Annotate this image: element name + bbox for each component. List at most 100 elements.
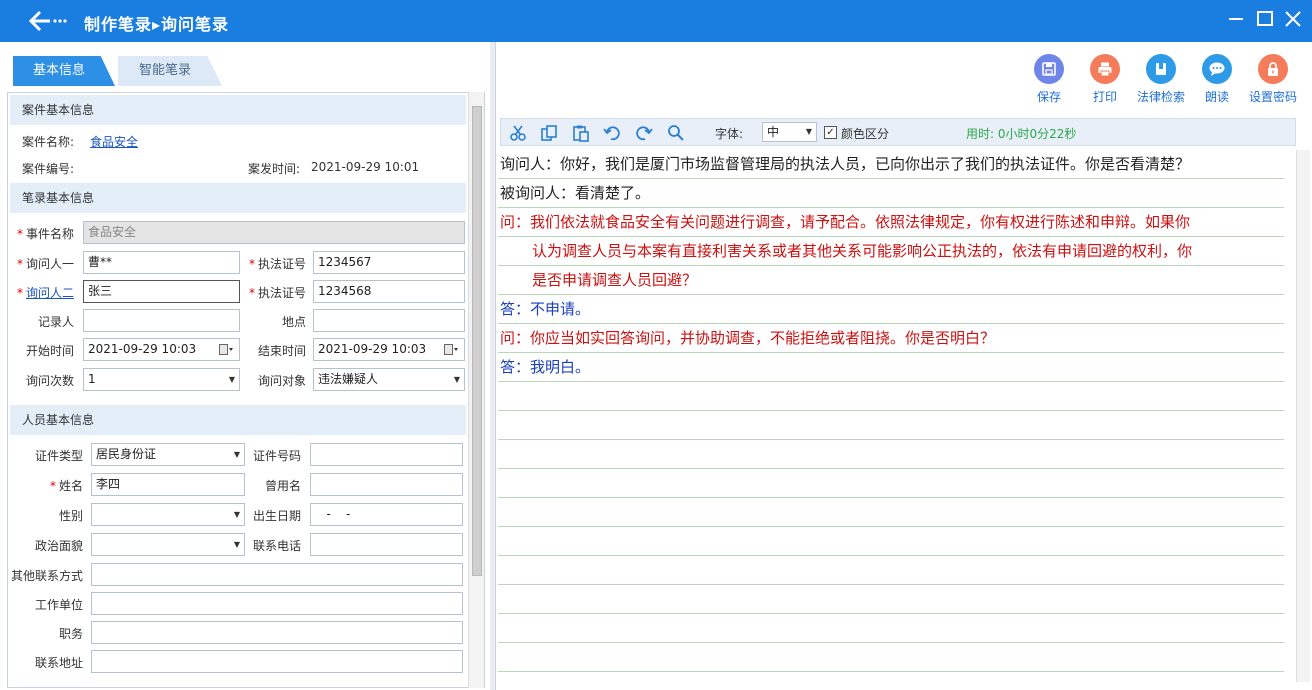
- copy-icon[interactable]: [540, 124, 558, 142]
- transcript-editor[interactable]: 询问人：你好，我们是厦门市场监督管理局的执法人员，已向你出示了我们的执法证件。你…: [498, 150, 1284, 682]
- chevron-down-icon[interactable]: ▼: [450, 369, 464, 390]
- asker1-field[interactable]: 曹**: [83, 251, 240, 274]
- color-distinguish-label: 颜色区分: [841, 127, 890, 141]
- work-unit-field[interactable]: [91, 592, 463, 615]
- record-section-header: 笔录基本信息: [10, 183, 466, 213]
- cut-icon[interactable]: [509, 124, 527, 142]
- case-name-label: 案件名称:: [22, 135, 75, 149]
- address-field[interactable]: [91, 650, 463, 673]
- transcript-line: 被询问人：看清楚了。: [498, 179, 1284, 208]
- form-scrollbar[interactable]: [468, 92, 484, 688]
- place-field[interactable]: [313, 309, 465, 332]
- transcript-line: 是否申请调查人员回避？: [498, 266, 1284, 295]
- print-button[interactable]: 打印: [1075, 54, 1135, 105]
- case-section-header: 案件基本信息: [10, 95, 466, 125]
- lock-icon: [1258, 54, 1288, 84]
- id-type-select[interactable]: 居民身份证 ▼: [91, 443, 245, 466]
- cert2-field[interactable]: 1234568: [313, 280, 465, 303]
- chevron-down-icon[interactable]: ▼: [230, 444, 244, 465]
- empty-line: [498, 643, 1284, 672]
- case-time-value: 2021-09-29 10:01: [311, 160, 420, 174]
- end-time-label: 结束时间: [257, 344, 306, 358]
- id-number-field[interactable]: [310, 443, 463, 466]
- event-name-label: * 事件名称: [16, 227, 74, 241]
- asker2-label[interactable]: * 询问人二: [8, 284, 74, 301]
- event-name-field: 食品安全: [83, 221, 465, 244]
- redo-icon[interactable]: [635, 124, 653, 142]
- empty-line: [498, 614, 1284, 643]
- alias-label: 曾用名: [264, 479, 301, 493]
- calendar-icon[interactable]: [444, 344, 458, 355]
- count-label: 询问次数: [25, 374, 74, 388]
- duty-label: 职务: [58, 627, 83, 641]
- empty-line: [498, 527, 1284, 556]
- chevron-down-icon[interactable]: ▼: [230, 504, 244, 525]
- calendar-icon[interactable]: [219, 344, 233, 355]
- close-icon[interactable]: [1282, 8, 1304, 30]
- left-panel: 基本信息 智能笔录 案件基本信息 案件名称: 食品安全 案件编号: 案发时间: …: [0, 42, 490, 690]
- set-password-label: 设置密码: [1248, 90, 1297, 104]
- law-search-label: 法律检索: [1136, 90, 1185, 104]
- maximize-icon[interactable]: [1254, 8, 1276, 30]
- empty-line: [498, 556, 1284, 585]
- other-contact-label: 其他联系方式: [10, 569, 83, 583]
- transcript-line: 问：你应当如实回答询问，并协助调查，不能拒绝或者阻挠。你是否明白？: [498, 324, 1284, 353]
- start-time-label: 开始时间: [25, 344, 74, 358]
- law-search-button[interactable]: 法律检索: [1131, 54, 1191, 105]
- other-contact-field[interactable]: [91, 563, 463, 586]
- save-button[interactable]: 保存: [1019, 54, 1079, 105]
- person-name-field[interactable]: 李四: [91, 473, 245, 496]
- search-icon[interactable]: [667, 124, 685, 142]
- end-time-field[interactable]: 2021-09-29 10:03: [313, 338, 465, 361]
- arrow-left-icon[interactable]: [28, 10, 68, 32]
- chevron-down-icon[interactable]: ▼: [802, 123, 816, 141]
- chevron-down-icon[interactable]: ▼: [225, 369, 239, 390]
- id-type-label: 证件类型: [34, 449, 83, 463]
- undo-icon[interactable]: [603, 124, 621, 142]
- read-aloud-button[interactable]: 朗读: [1187, 54, 1247, 105]
- editor-scrollbar[interactable]: [1296, 150, 1310, 682]
- id-number-label: 证件号码: [252, 449, 301, 463]
- asker2-field[interactable]: 张三: [83, 280, 240, 303]
- paste-icon[interactable]: [572, 124, 590, 142]
- elapsed-time: 用时: 0小时0分22秒: [966, 127, 1077, 141]
- tab-basic-info[interactable]: 基本信息: [13, 56, 115, 86]
- color-distinguish-checkbox[interactable]: ✓: [824, 126, 837, 139]
- save-label: 保存: [1036, 90, 1061, 104]
- form-frame: 案件基本信息 案件名称: 食品安全 案件编号: 案发时间: 2021-09-29…: [7, 92, 485, 688]
- person-section-header: 人员基本信息: [10, 405, 466, 435]
- start-time-field[interactable]: 2021-09-29 10:03: [83, 338, 240, 361]
- gender-select[interactable]: ▼: [91, 503, 245, 526]
- set-password-button[interactable]: 设置密码: [1243, 54, 1303, 105]
- minimize-icon[interactable]: [1225, 8, 1247, 30]
- phone-label: 联系电话: [252, 539, 301, 553]
- transcript-line: 答：我明白。: [498, 353, 1284, 382]
- window-title: 制作笔录▸询问笔录: [84, 15, 230, 34]
- chevron-down-icon[interactable]: ▼: [230, 534, 244, 555]
- target-select[interactable]: 违法嫌疑人 ▼: [313, 368, 465, 391]
- empty-line: [498, 440, 1284, 469]
- cert2-label: * 执法证号: [248, 286, 306, 300]
- count-select[interactable]: 1 ▼: [83, 368, 240, 391]
- scrollbar-thumb[interactable]: [472, 106, 482, 576]
- duty-field[interactable]: [91, 621, 463, 644]
- right-panel: 保存 打印 法律检索 朗读 设置密码 字体: 中 ▼ ✓ 颜色区分 用时: 0小…: [495, 42, 1312, 690]
- empty-line: [498, 585, 1284, 614]
- empty-line: [498, 411, 1284, 440]
- font-size-select[interactable]: 中 ▼: [762, 122, 817, 142]
- phone-field[interactable]: [310, 533, 463, 556]
- alias-field[interactable]: [310, 473, 463, 496]
- asker1-label: * 询问人一: [16, 257, 74, 271]
- recorder-field[interactable]: [83, 309, 240, 332]
- transcript-line: 问：我们依法就食品安全有关问题进行调查，请予配合。依照法律规定，你有权进行陈述和…: [498, 208, 1284, 237]
- birth-field[interactable]: - -: [310, 503, 463, 526]
- case-number-label: 案件编号:: [22, 162, 75, 176]
- empty-line: [498, 498, 1284, 527]
- political-select[interactable]: ▼: [91, 533, 245, 556]
- birth-label: 出生日期: [252, 509, 301, 523]
- work-unit-label: 工作单位: [34, 598, 83, 612]
- print-label: 打印: [1092, 90, 1117, 104]
- cert1-field[interactable]: 1234567: [313, 251, 465, 274]
- case-name-link[interactable]: 食品安全: [90, 133, 138, 150]
- tab-smart-record[interactable]: 智能笔录: [118, 56, 222, 86]
